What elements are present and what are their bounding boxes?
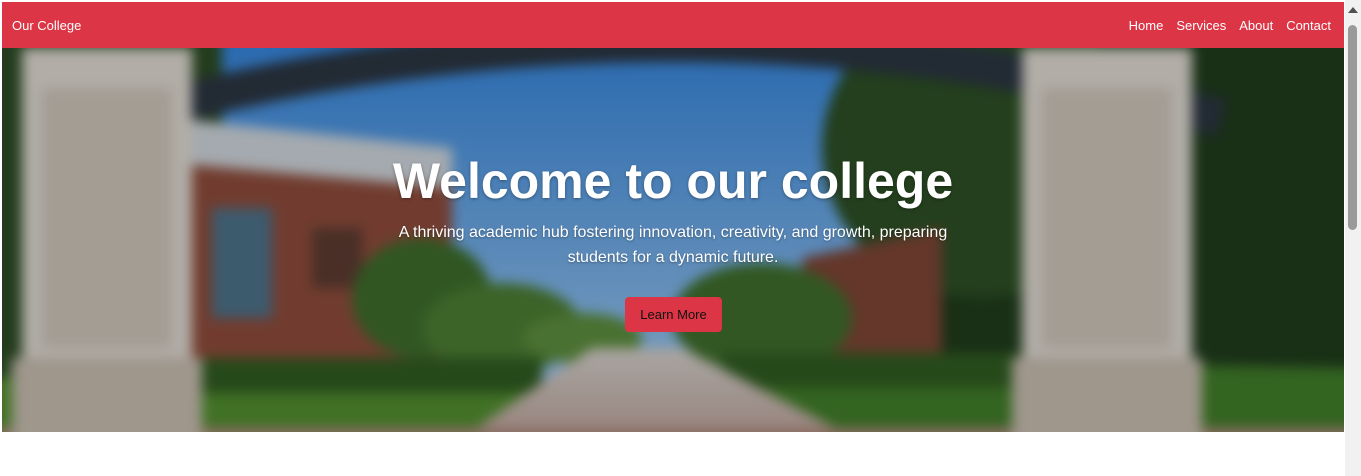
- vertical-scrollbar[interactable]: [1345, 0, 1361, 476]
- learn-more-button[interactable]: Learn More: [625, 297, 722, 332]
- hero-title: Welcome to our college: [392, 153, 954, 209]
- hero-subtitle: A thriving academic hub fostering innova…: [398, 224, 948, 266]
- brand-link[interactable]: Our College: [12, 18, 81, 33]
- nav-link-home[interactable]: Home: [1129, 18, 1164, 33]
- nav-link-contact[interactable]: Contact: [1286, 18, 1331, 33]
- hero-content: Welcome to our college A thriving academ…: [2, 48, 1344, 432]
- hero-section: Welcome to our college A thriving academ…: [2, 48, 1344, 432]
- chevron-up-icon[interactable]: [1348, 7, 1358, 13]
- scrollbar-thumb[interactable]: [1348, 25, 1357, 230]
- nav-links: Home Services About Contact: [1129, 18, 1331, 33]
- nav-link-services[interactable]: Services: [1176, 18, 1226, 33]
- nav-link-about[interactable]: About: [1239, 18, 1273, 33]
- navbar: Our College Home Services About Contact: [2, 2, 1344, 48]
- page: Our College Home Services About Contact: [2, 2, 1344, 476]
